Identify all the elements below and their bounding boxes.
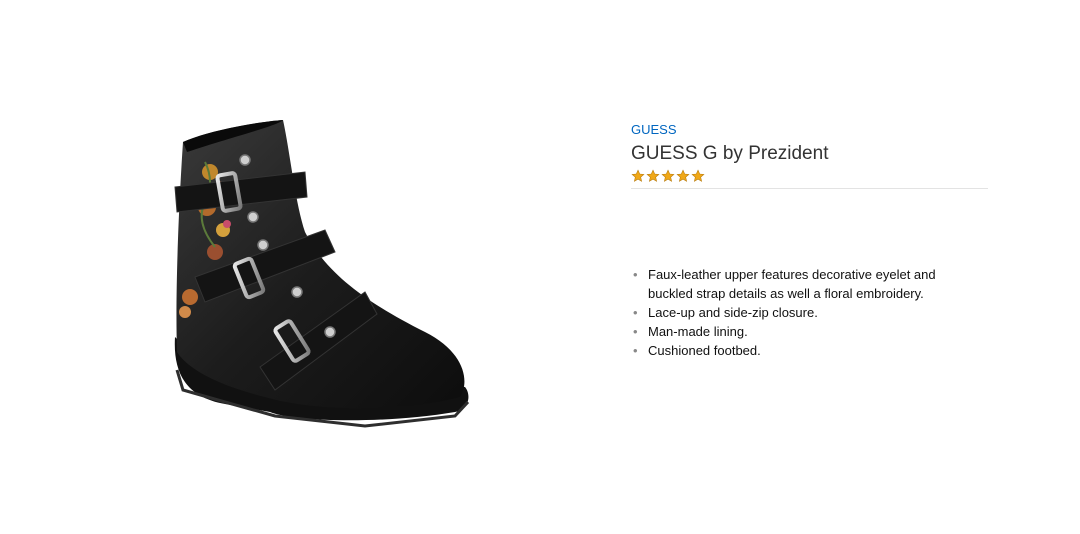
star-rating[interactable] bbox=[631, 169, 991, 183]
feature-item: Cushioned footbed. bbox=[631, 341, 961, 360]
feature-item: Faux-leather upper features decorative e… bbox=[631, 265, 961, 303]
boot-illustration bbox=[174, 120, 470, 428]
brand-link[interactable]: GUESS bbox=[631, 122, 991, 138]
product-image[interactable] bbox=[165, 112, 480, 442]
star-icon bbox=[631, 169, 645, 182]
divider bbox=[631, 188, 988, 189]
product-title: GUESS G by Prezident bbox=[631, 143, 829, 164]
star-icon bbox=[661, 169, 675, 182]
feature-list: Faux-leather upper features decorative e… bbox=[631, 265, 961, 360]
star-icon bbox=[691, 169, 705, 182]
star-icon bbox=[676, 169, 690, 182]
feature-item: Lace-up and side-zip closure. bbox=[631, 303, 961, 322]
star-icon bbox=[646, 169, 660, 182]
product-details: GUESS GUESS G by Prezident bbox=[631, 122, 991, 189]
feature-item: Man-made lining. bbox=[631, 322, 961, 341]
